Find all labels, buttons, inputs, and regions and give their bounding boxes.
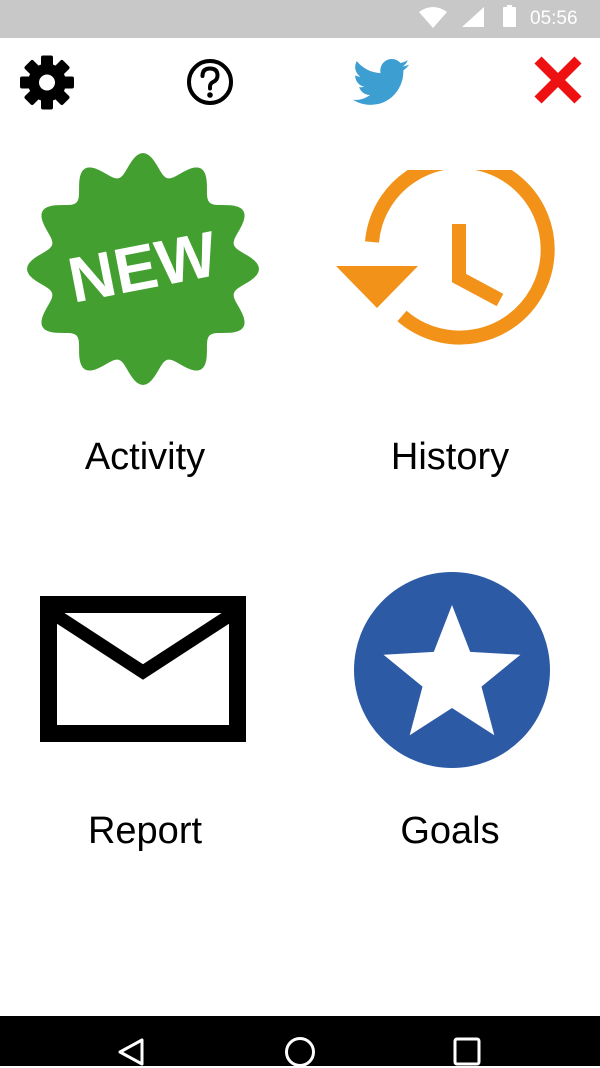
tile-activity[interactable]: NEW Activity (0, 140, 290, 500)
close-icon[interactable] (533, 55, 583, 105)
help-icon[interactable] (186, 58, 234, 106)
tile-report[interactable]: Report (0, 560, 290, 880)
tile-label-activity: Activity (84, 436, 206, 478)
new-badge-icon: NEW (27, 153, 259, 385)
wifi-icon (419, 7, 447, 28)
twitter-icon[interactable] (352, 59, 410, 106)
recents-icon[interactable] (452, 1036, 482, 1066)
history-clock-icon (336, 170, 555, 345)
status-bar: 05:56 (0, 0, 600, 38)
home-icon[interactable] (284, 1036, 316, 1068)
tile-label-history: History (390, 436, 510, 478)
star-circle-icon (354, 572, 550, 768)
tile-goals[interactable]: Goals (300, 560, 600, 880)
cellular-signal-icon (462, 7, 484, 27)
tile-label-goals: Goals (400, 810, 500, 852)
tile-history[interactable]: History (300, 140, 600, 500)
envelope-icon (40, 596, 246, 742)
back-icon[interactable] (116, 1036, 146, 1066)
navigation-bar (0, 1016, 600, 1068)
settings-icon[interactable] (18, 55, 76, 110)
tile-label-report: Report (87, 810, 203, 852)
status-time: 05:56 (530, 8, 578, 29)
battery-icon (503, 5, 516, 27)
